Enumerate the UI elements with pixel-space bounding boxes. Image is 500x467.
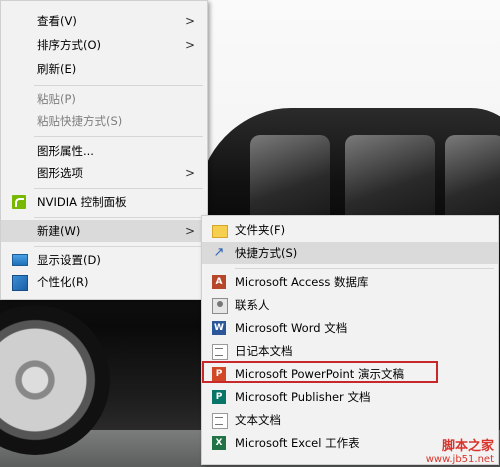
submenu-item-label: 快捷方式(S) bbox=[235, 246, 298, 260]
submenu-item-folder[interactable]: 文件夹(F) bbox=[202, 219, 498, 241]
menu-item-label: 排序方式(O) bbox=[37, 38, 102, 52]
menu-separator bbox=[34, 217, 203, 218]
watermark-title: 脚本之家 bbox=[441, 439, 494, 454]
menu-item-paste[interactable]: 粘贴(P) bbox=[1, 88, 207, 110]
submenu-item-label: Microsoft Publisher 文档 bbox=[235, 390, 371, 404]
watermark-url: www.jb51.net bbox=[425, 454, 494, 465]
access-icon: A bbox=[212, 275, 226, 289]
menu-item-graphics-options[interactable]: 图形选项 > bbox=[1, 162, 207, 184]
submenu-item-contact[interactable]: 联系人 bbox=[202, 294, 498, 316]
personalize-icon bbox=[12, 275, 28, 291]
excel-icon: X bbox=[212, 436, 226, 450]
submenu-item-label: 日记本文档 bbox=[235, 344, 293, 358]
menu-item-view[interactable]: 查看(V) > bbox=[1, 10, 207, 32]
menu-item-refresh[interactable]: 刷新(E) bbox=[1, 58, 207, 80]
menu-item-label: 个性化(R) bbox=[37, 275, 89, 289]
submenu-item-label: Microsoft Word 文档 bbox=[235, 321, 348, 335]
menu-item-display-settings[interactable]: 显示设置(D) bbox=[1, 249, 207, 271]
submenu-arrow-icon: > bbox=[184, 14, 195, 28]
text-document-icon bbox=[212, 413, 228, 429]
menu-item-graphics-properties[interactable]: 图形属性... bbox=[1, 140, 207, 162]
menu-item-label: 查看(V) bbox=[37, 14, 77, 28]
menu-separator bbox=[34, 85, 203, 86]
submenu-item-label: Microsoft Access 数据库 bbox=[235, 275, 369, 289]
menu-item-paste-shortcut[interactable]: 粘贴快捷方式(S) bbox=[1, 110, 207, 132]
submenu-item-label: 文件夹(F) bbox=[235, 223, 286, 237]
menu-item-label: 刷新(E) bbox=[37, 62, 77, 76]
menu-separator bbox=[34, 246, 203, 247]
nvidia-icon bbox=[12, 195, 26, 209]
menu-separator bbox=[34, 188, 203, 189]
menu-item-nvidia-control-panel[interactable]: NVIDIA 控制面板 bbox=[1, 191, 207, 213]
menu-item-label: 新建(W) bbox=[37, 224, 81, 238]
menu-item-label: 粘贴快捷方式(S) bbox=[37, 114, 123, 128]
submenu-item-text-document[interactable]: 文本文档 bbox=[202, 409, 498, 431]
submenu-item-journal-document[interactable]: 日记本文档 bbox=[202, 340, 498, 362]
submenu-item-label: 联系人 bbox=[235, 298, 270, 312]
menu-item-label: NVIDIA 控制面板 bbox=[37, 195, 127, 209]
publisher-icon: P bbox=[212, 390, 226, 404]
menu-separator bbox=[34, 136, 203, 137]
site-watermark: 脚本之家 www.jb51.net bbox=[426, 435, 494, 465]
new-submenu: 文件夹(F) ↗ 快捷方式(S) A Microsoft Access 数据库 … bbox=[201, 215, 499, 465]
menu-item-label: 图形属性... bbox=[37, 144, 94, 158]
shortcut-icon: ↗ bbox=[213, 245, 225, 260]
submenu-item-label: 文本文档 bbox=[235, 413, 281, 427]
menu-item-label: 图形选项 bbox=[37, 166, 83, 180]
menu-item-label: 显示设置(D) bbox=[37, 253, 101, 267]
menu-item-sort-by[interactable]: 排序方式(O) > bbox=[1, 34, 207, 56]
powerpoint-highlight-outline bbox=[202, 361, 438, 383]
submenu-arrow-icon: > bbox=[184, 224, 195, 238]
submenu-item-publisher-document[interactable]: P Microsoft Publisher 文档 bbox=[202, 386, 498, 408]
submenu-item-word-document[interactable]: W Microsoft Word 文档 bbox=[202, 317, 498, 339]
submenu-item-shortcut[interactable]: ↗ 快捷方式(S) bbox=[202, 242, 498, 264]
submenu-item-label: Microsoft Excel 工作表 bbox=[235, 436, 360, 450]
submenu-arrow-icon: > bbox=[184, 38, 195, 52]
menu-item-personalize[interactable]: 个性化(R) bbox=[1, 271, 207, 293]
menu-separator bbox=[235, 268, 494, 269]
menu-item-label: 粘贴(P) bbox=[37, 92, 76, 106]
display-settings-icon bbox=[12, 254, 28, 266]
folder-icon bbox=[212, 225, 228, 238]
menu-item-new[interactable]: 新建(W) > bbox=[1, 220, 207, 242]
contact-icon bbox=[212, 298, 228, 314]
word-icon: W bbox=[212, 321, 226, 335]
submenu-arrow-icon: > bbox=[184, 166, 195, 180]
journal-icon bbox=[212, 344, 228, 360]
desktop-context-menu: 查看(V) > 排序方式(O) > 刷新(E) 粘贴(P) 粘贴快捷方式(S) … bbox=[0, 0, 208, 300]
submenu-item-access-database[interactable]: A Microsoft Access 数据库 bbox=[202, 271, 498, 293]
